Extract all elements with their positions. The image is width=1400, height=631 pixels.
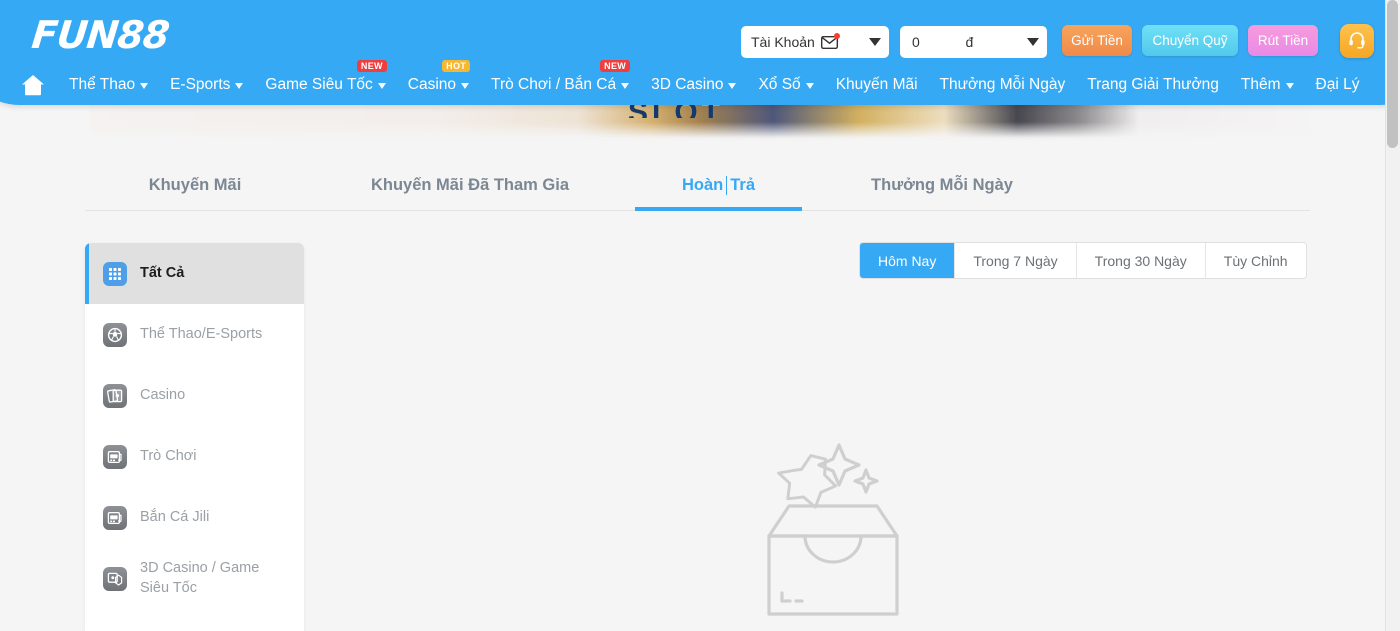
nav-item-label: Casino [407,76,457,93]
tab-hoan-tra[interactable]: Hoàn Trả [635,160,802,211]
chevron-down-icon [621,83,630,89]
account-label: Tài Khoản [751,34,815,50]
nav-item-label: Thêm [1240,76,1281,93]
nav-badge-new: NEW [600,60,631,72]
playing-cards-icon [103,383,127,408]
nav-item-trang-gi-i-th-ng[interactable]: Trang Giải Thưởng [1076,76,1230,94]
nav-item-label: 3D Casino [651,76,724,93]
page-tabs: Khuyến Mãi Khuyến Mãi Đã Tham Gia Hoàn T… [85,160,1310,211]
sidebar-item-label: Bắn Cá Jili [140,508,210,525]
chevron-down-icon [728,83,737,89]
chevron-down-icon [1027,38,1039,46]
nav-item-x-s[interactable]: Xổ Số [747,76,824,94]
scrollbar-thumb[interactable] [1387,0,1398,148]
withdraw-button[interactable]: Rút Tiền [1248,25,1318,56]
nav-item-th-m[interactable]: Thêm [1230,76,1305,94]
nav-item-game-si-u-t-c[interactable]: Game Siêu Tốc NEW [254,60,396,94]
filter-tuy-chinh[interactable]: Tùy Chỉnh [1205,243,1306,278]
nav-item-th-thao[interactable]: Thể Thao [58,76,159,94]
balance-currency: đ [965,34,974,50]
sidebar-item-label: Trò Chơi [140,447,197,464]
balance-value: 0 [912,34,920,50]
nav-item-label: Thể Thao [69,76,136,93]
sidebar-item-ban-ca-jili[interactable]: Bắn Cá Jili [85,487,304,548]
nav-item-casino[interactable]: Casino HOT [397,60,480,94]
sidebar-item-casino[interactable]: Casino [85,365,304,426]
site-header: FUN88 Tài Khoản 0 đ Gửi Tiền Chuyển Quỹ … [0,0,1400,105]
mail-icon [820,32,840,49]
balance-dropdown[interactable]: 0 đ [900,26,1047,58]
sidebar-item-label: Casino [140,386,186,403]
chevron-down-icon [377,83,386,89]
main-nav: Thể Thao E-Sports Game Siêu Tốc NEW Casino HO… [0,60,1371,104]
filter-trong-30-ngay[interactable]: Trong 30 Ngày [1076,243,1206,278]
nav-item-label: Xổ Số [758,76,801,93]
nav-item-label: Game Siêu Tốc [265,76,373,93]
filter-hom-nay[interactable]: Hôm Nay [860,243,956,278]
mail-unread-dot [833,32,840,39]
tab-label: Khuyến Mãi [148,175,242,194]
chevron-down-icon [461,83,470,89]
filter-trong-7-ngay[interactable]: Trong 7 Ngày [955,243,1077,278]
tab-khuyen-mai-da-tham-gia[interactable]: Khuyến Mãi Đã Tham Gia [305,160,635,210]
empty-state [753,443,913,618]
grid-icon [103,261,127,286]
support-button[interactable] [1340,24,1374,58]
nav-item-label: Trò Chơi / Bắn Cá [491,76,617,93]
nav-item-th-ng-m-i-ng-y[interactable]: Thưởng Mỗi Ngày [929,76,1077,94]
page-root: SLOT FUN88 Tài Khoản 0 đ Gửi Tiền Chuyển… [0,0,1400,631]
headset-icon [1347,29,1367,54]
chevron-down-icon [1285,83,1294,89]
nav-item-i-l[interactable]: Đại Lý [1305,76,1371,94]
tab-label: Khuyến Mãi Đã Tham Gia [370,175,570,194]
sidebar-item-3d-casino-game-sieu-toc[interactable]: 3D Casino / Game Siêu Tốc [85,548,304,609]
empty-box-with-star-icon [753,443,913,622]
category-sidebar: Tất Cả Thể Thao/E-Sports Casino Trò Chơi… [85,243,304,631]
sidebar-item-tro-choi[interactable]: Trò Chơi [85,426,304,487]
soccer-ball-icon [103,322,127,347]
tab-label: Thưởng Mỗi Ngày [871,175,1013,194]
sidebar-item-the-thao-esports[interactable]: Thể Thao/E-Sports [85,304,304,365]
slot-machine-icon [103,505,127,530]
dice-3d-icon [103,566,127,591]
text-cursor [726,175,728,195]
nav-item-label: E-Sports [170,76,231,93]
nav-item-e-sports[interactable]: E-Sports [159,76,254,94]
chevron-down-icon [140,83,149,89]
slot-machine-icon [103,444,127,469]
tab-label-part1: Hoàn [681,175,724,194]
deposit-button[interactable]: Gửi Tiền [1062,25,1132,56]
nav-item-3d-casino[interactable]: 3D Casino [640,76,747,94]
tab-underline [635,207,802,211]
home-icon[interactable] [20,73,46,97]
tab-thuong-moi-ngay[interactable]: Thưởng Mỗi Ngày [802,160,1082,210]
nav-badge-hot: HOT [442,60,471,72]
nav-badge-new: NEW [356,60,387,72]
nav-item-label: Trang Giải Thưởng [1087,76,1219,93]
sidebar-item-tat-ca[interactable]: Tất Cả [85,243,304,304]
chevron-down-icon [869,38,881,46]
nav-item-label: Đại Lý [1315,76,1360,93]
nav-item-tr-ch-i-b-n-c[interactable]: Trò Chơi / Bắn Cá NEW [480,60,640,94]
date-range-filter-group: Hôm Nay Trong 7 Ngày Trong 30 Ngày Tùy C… [859,242,1307,279]
chevron-down-icon [805,83,814,89]
nav-item-label: Thưởng Mỗi Ngày [939,76,1066,93]
nav-item-label: Khuyến Mãi [835,76,918,93]
logo[interactable]: FUN88 [30,13,171,57]
tab-khuyen-mai[interactable]: Khuyến Mãi [85,160,305,210]
transfer-funds-button[interactable]: Chuyển Quỹ [1142,25,1238,56]
sidebar-item-label: Tất Cả [140,264,185,281]
page-scrollbar[interactable] [1385,0,1400,631]
sidebar-item-label: Thể Thao/E-Sports [140,325,263,342]
tab-label-part2: Trả [730,175,756,194]
sidebar-item-label: 3D Casino / Game Siêu Tốc [140,559,260,596]
chevron-down-icon [235,83,244,89]
nav-item-khuy-n-m-i[interactable]: Khuyến Mãi [825,76,929,94]
account-dropdown[interactable]: Tài Khoản [741,26,889,58]
